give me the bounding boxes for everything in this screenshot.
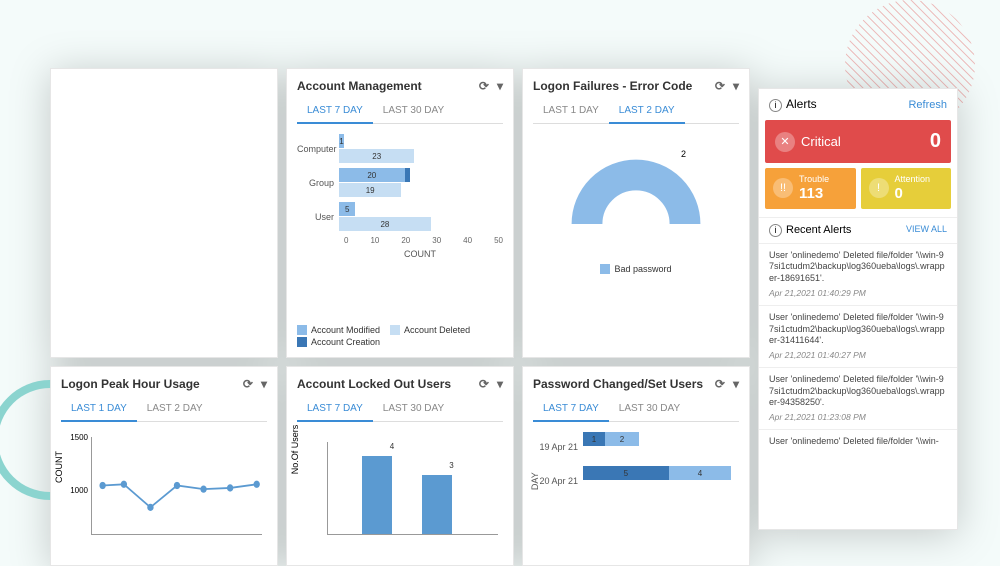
card-account-management: Account Management ⟳ ▾ LAST 7 DAY LAST 3… [286,68,514,358]
bar-seg: 19 [339,183,401,197]
alert-time: Apr 21,2021 01:23:08 PM [769,412,947,423]
refresh-link[interactable]: Refresh [908,99,947,111]
vbar-chart: 4 3 [327,442,498,535]
tab-last30[interactable]: LAST 30 DAY [373,101,454,123]
donut-chart: 2 [566,154,706,234]
exclaim-icon: ! [869,178,889,198]
dashboard-grid: Account Management ⟳ ▾ LAST 7 DAY LAST 3… [50,68,750,530]
cat-label: User [297,212,339,222]
x-label: COUNT [337,249,503,259]
alert-time: Apr 21,2021 01:40:29 PM [769,288,947,299]
alert-item[interactable]: User 'onlinedemo' Deleted file/folder '\… [759,305,957,367]
info-icon: i [769,99,782,112]
swatch-icon [297,325,307,335]
refresh-icon[interactable]: ⟳ [715,79,725,93]
tab-last1[interactable]: LAST 1 DAY [533,101,609,123]
line-chart: 1500 1000 [91,437,262,535]
cat-label: 19 Apr 21 [533,442,583,452]
tab-last30[interactable]: LAST 30 DAY [609,399,690,421]
bar-seg [405,168,410,182]
bar: 3 [422,475,452,534]
alert-critical[interactable]: ✕Critical 0 [765,120,951,163]
view-all-link[interactable]: VIEW ALL [906,224,947,237]
hbar-chart: Computer 1 23 Group 20 19 User 5 28 [297,134,503,317]
info-icon: i [769,224,782,237]
alert-trouble[interactable]: !! Trouble113 [765,168,856,209]
recent-title: iRecent Alerts [769,224,851,237]
refresh-icon[interactable]: ⟳ [479,79,489,93]
card-locked-out: Account Locked Out Users ⟳ ▾ LAST 7 DAY L… [286,366,514,566]
bar-seg: 20 [339,168,405,182]
menu-icon[interactable]: ▾ [733,377,739,391]
tabs: LAST 7 DAY LAST 30 DAY [297,101,503,124]
card-password-changed: Password Changed/Set Users ⟳ ▾ LAST 7 DAY… [522,366,750,566]
critical-count: 0 [930,130,941,153]
menu-icon[interactable]: ▾ [497,377,503,391]
alert-item[interactable]: User 'onlinedemo' Deleted file/folder '\… [759,429,957,454]
swatch-icon [297,337,307,347]
card-title: Account Management [297,79,422,93]
tab-last7[interactable]: LAST 7 DAY [297,399,373,422]
tab-last2[interactable]: LAST 2 DAY [137,399,213,421]
empty-card [50,68,278,358]
refresh-icon[interactable]: ⟳ [715,377,725,391]
alert-text: User 'onlinedemo' Deleted file/folder '\… [769,436,947,448]
bar-seg: 23 [339,149,414,163]
cat-label: Computer [297,144,339,154]
bar-seg: 5 [583,466,669,480]
refresh-icon[interactable]: ⟳ [479,377,489,391]
alert-item[interactable]: User 'onlinedemo' Deleted file/folder '\… [759,367,957,429]
alert-text: User 'onlinedemo' Deleted file/folder '\… [769,250,947,285]
alert-text: User 'onlinedemo' Deleted file/folder '\… [769,312,947,347]
alerts-panel: iAlerts Refresh ✕Critical 0 !! Trouble11… [758,88,958,530]
alert-text: User 'onlinedemo' Deleted file/folder '\… [769,374,947,409]
swatch-icon [390,325,400,335]
bar-seg: 4 [669,466,731,480]
legend: Account Modified Account Deleted Account… [297,325,503,347]
bar-seg: 1 [583,432,605,446]
card-title: Account Locked Out Users [297,377,451,391]
tab-last2[interactable]: LAST 2 DAY [609,101,685,124]
tab-last30[interactable]: LAST 30 DAY [373,399,454,421]
x-axis: 01020304050 [344,236,503,245]
menu-icon[interactable]: ▾ [497,79,503,93]
refresh-icon[interactable]: ⟳ [243,377,253,391]
tab-last7[interactable]: LAST 7 DAY [297,101,373,124]
close-icon: ✕ [775,132,795,152]
menu-icon[interactable]: ▾ [733,79,739,93]
alert-attention[interactable]: ! Attention0 [861,168,952,209]
alert-item[interactable]: User 'onlinedemo' Deleted file/folder '\… [759,243,957,305]
bar: 4 [362,456,392,534]
alerts-title: iAlerts [769,97,817,112]
card-title: Logon Failures - Error Code [533,79,692,93]
y-label: DAY [530,472,540,490]
bar-seg: 28 [339,217,431,231]
bar-seg: 1 [339,134,344,148]
card-logon-failures: Logon Failures - Error Code ⟳ ▾ LAST 1 DA… [522,68,750,358]
alert-time: Apr 21,2021 01:40:27 PM [769,350,947,361]
tab-last7[interactable]: LAST 7 DAY [533,399,609,422]
donut-value: 2 [681,149,686,159]
card-title: Password Changed/Set Users [533,377,703,391]
bar-seg: 2 [605,432,639,446]
y-label: No.Of Users [290,424,300,474]
menu-icon[interactable]: ▾ [261,377,267,391]
bar-seg: 5 [339,202,355,216]
exclaim-icon: !! [773,178,793,198]
cat-label: 20 Apr 21 [533,476,583,486]
cat-label: Group [297,178,339,188]
